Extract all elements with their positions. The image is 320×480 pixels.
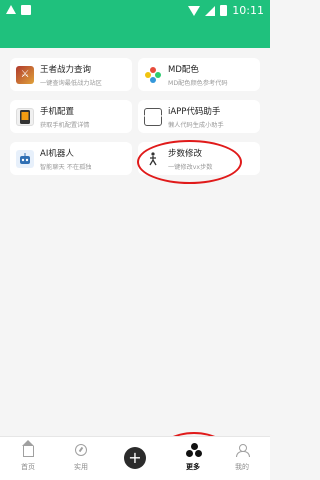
tool-title: MD配色 [168,64,199,75]
user-icon [236,444,250,457]
tool-card-ai-robot[interactable]: AI机器人 智能聊天 不在孤独 [10,142,132,175]
app-header [0,24,270,48]
warning-icon [6,5,16,14]
game-icon: ⚔ [16,65,34,84]
tool-subtitle: 智能聊天 不在孤独 [40,163,92,171]
phone-icon [16,107,34,126]
status-time: 10:11 [232,4,264,17]
nav-tab-home[interactable]: 首页 [6,440,50,477]
tool-title: iAPP代码助手 [168,106,221,117]
nav-tab-mine[interactable]: 我的 [220,443,264,477]
tool-subtitle: MD配色颜色参考代码 [168,79,228,87]
tool-card-phone-config[interactable]: 手机配置 获取手机配置详情 [10,100,132,133]
tool-subtitle: 一键查询最低战力站区 [40,79,102,87]
tool-card-iapp-code[interactable]: </> iAPP代码助手 懒人代码生成小助手 [138,100,260,133]
tool-card-md-color[interactable]: MD配色 MD配色颜色参考代码 [138,58,260,91]
add-button[interactable]: + [124,447,146,469]
wifi-icon [188,5,201,16]
code-icon: </> [143,107,163,126]
tool-title: AI机器人 [40,148,74,159]
signal-icon [205,5,216,16]
compass-icon [75,444,87,456]
nav-practical-label: 实用 [74,463,88,471]
tool-title: 王者战力查询 [40,64,92,75]
nav-more-label: 更多 [186,463,200,471]
nav-mine-label: 我的 [235,463,249,471]
tool-title: 手机配置 [40,106,75,117]
annotation-ellipse-step-card [137,140,242,184]
tool-card-wzry[interactable]: ⚔ 王者战力查询 一键查询最低战力站区 [10,58,132,91]
nav-tab-more[interactable]: 更多 [171,443,215,477]
robot-icon [16,149,34,168]
home-icon [21,440,34,457]
palette-icon [144,65,162,84]
notification-icon [21,5,31,15]
tool-subtitle: 获取手机配置详情 [40,121,90,129]
more-icon [186,443,202,457]
status-bar: 10:11 [0,0,270,24]
bottom-nav: 首页 实用 + 更多 我的 [0,436,270,480]
battery-icon [220,5,228,16]
nav-tab-practical[interactable]: 实用 [59,443,103,477]
nav-home-label: 首页 [21,463,35,471]
tool-subtitle: 懒人代码生成小助手 [168,121,224,129]
